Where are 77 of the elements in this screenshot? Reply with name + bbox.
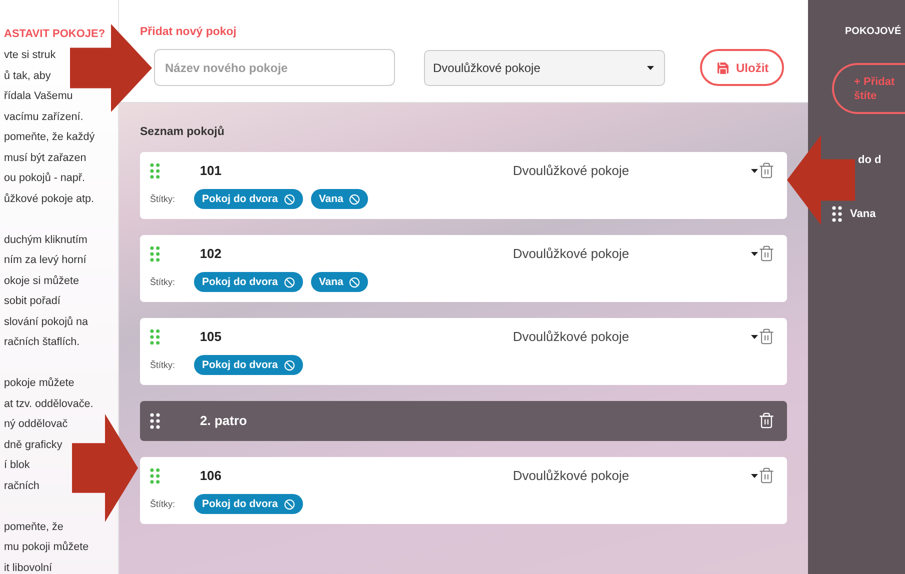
divider-title: 2. patro <box>200 413 248 428</box>
caret-icon <box>751 474 758 478</box>
help-heading: ASTAVIT POKOJE? <box>4 28 106 40</box>
remove-icon[interactable] <box>284 498 295 510</box>
room-tag[interactable]: Pokoj do dvora <box>194 272 303 292</box>
room-number: 102 <box>200 246 223 261</box>
help-text-line: mu pokoji můžete <box>4 540 90 555</box>
room-number: 101 <box>200 163 223 178</box>
room-tag[interactable]: Pokoj do dvora <box>194 355 303 375</box>
room-type-select[interactable]: Dvoulůžkové pokoje <box>512 468 758 483</box>
help-text-line: duchým kliknutím <box>4 232 88 248</box>
room-number: 105 <box>200 329 223 344</box>
form-label: Přidat nový pokoj <box>140 26 238 38</box>
list-title: Seznam pokojů <box>140 126 226 138</box>
room-type-select[interactable]: Dvoulůžkové pokoje <box>512 329 758 344</box>
help-text-line: ný oddělovač <box>4 417 69 432</box>
delete-button[interactable] <box>758 412 775 429</box>
tags-label: Štítky: <box>150 277 176 287</box>
help-text-line: ou pokojů - např. <box>4 171 86 186</box>
tags-label: Štítky: <box>150 194 176 204</box>
drag-handle-icon[interactable] <box>150 162 160 178</box>
help-text-line: vacímu zařízení. <box>4 110 84 124</box>
help-text-line: pomeňte, že <box>4 520 64 534</box>
help-text-line: musí být zařazen <box>4 150 88 166</box>
help-text-line: ním za levý horní <box>4 253 88 268</box>
tag-item[interactable]: do d <box>858 154 882 166</box>
room-tag[interactable]: Pokoj do dvora <box>194 494 303 514</box>
room-tag[interactable]: Vana <box>310 272 368 292</box>
drag-handle-icon[interactable] <box>150 412 160 428</box>
help-text-line: vte si struk <box>4 48 57 63</box>
room-type-select[interactable]: Dvoulůžkové pokoje <box>424 50 665 86</box>
delete-button[interactable] <box>758 467 775 484</box>
drag-handle-icon[interactable] <box>150 468 160 484</box>
delete-button[interactable] <box>758 245 775 262</box>
tag-item[interactable]: Vana <box>850 208 876 220</box>
help-text-line: pokoje můžete <box>4 376 76 391</box>
drag-handle-icon[interactable] <box>150 328 160 344</box>
room-name-field[interactable]: Název nového pokoje <box>154 49 395 86</box>
remove-icon[interactable] <box>349 276 360 288</box>
room-card[interactable]: 105 Dvoulůžkové pokoje Štítky: Pokoj do dvora <box>140 318 787 385</box>
remove-icon[interactable] <box>349 194 360 204</box>
help-text-line: slování pokojů na <box>4 314 90 330</box>
room-card[interactable]: 102 Dvoulůžkové pokoje Štítky: Pokoj do dvora Vana <box>140 235 787 302</box>
room-card[interactable]: 101 Dvoulůžkové pokoje Štítky: Pokoj do dvora Vana <box>140 152 787 219</box>
delete-button[interactable] <box>758 162 775 179</box>
help-text-line: řídala Vašemu <box>4 89 74 104</box>
help-text-line: račních <box>4 478 40 494</box>
room-card[interactable]: 106 Dvoulůžkové pokoje Štítky: Pokoj do dvora <box>140 457 787 524</box>
help-text-line: at tzv. oddělovače. <box>4 396 94 412</box>
tags-label: Štítky: <box>150 360 176 370</box>
caret-icon <box>751 334 758 338</box>
panel-title: POKOJOVÉ <box>845 26 902 37</box>
room-type-select[interactable]: Dvoulůžkové pokoje <box>512 246 758 261</box>
help-text-line: okoje si můžete <box>4 274 80 288</box>
help-text-line: sobit pořadí <box>4 294 62 309</box>
help-text-line: dně graficky <box>4 438 64 452</box>
room-type-select[interactable]: Dvoulůžkové pokoje <box>512 163 758 178</box>
help-text-line: pomeňte, že každý <box>4 130 96 145</box>
delete-button[interactable] <box>758 328 775 345</box>
remove-icon[interactable] <box>284 194 295 204</box>
help-text-line: í blok <box>4 458 31 473</box>
help-text-line: ů tak, aby <box>4 68 52 84</box>
tags-label: Štítky: <box>150 499 176 509</box>
drag-handle-icon[interactable] <box>150 246 160 262</box>
room-number: 106 <box>200 468 223 483</box>
room-tag[interactable]: Vana <box>310 189 368 209</box>
room-tag[interactable]: Pokoj do dvora <box>194 189 303 209</box>
help-text-line: it libovolní <box>4 560 54 574</box>
help-text-line: račních štaflích. <box>4 335 81 350</box>
remove-icon[interactable] <box>284 360 295 370</box>
remove-icon[interactable] <box>284 276 295 288</box>
help-text-line: ůžkové pokoje atp. <box>4 192 96 206</box>
caret-icon <box>647 66 654 70</box>
divider-card[interactable]: 2. patro <box>140 401 787 441</box>
drag-handle-icon[interactable] <box>832 206 842 222</box>
caret-icon <box>751 168 758 172</box>
caret-icon <box>751 252 758 256</box>
